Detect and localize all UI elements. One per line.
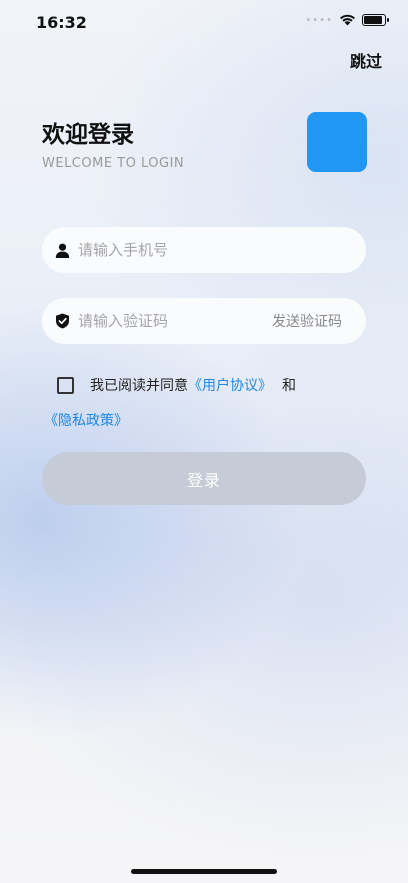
agreement-and: 和	[282, 378, 296, 394]
status-bar: 16:32 ••••	[0, 0, 408, 44]
user-agreement-link[interactable]: 《用户协议》	[188, 375, 272, 395]
agreement-row: 我已阅读并同意 《用户协议》 和	[57, 375, 296, 395]
privacy-policy-link[interactable]: 《隐私政策》	[44, 410, 128, 430]
agree-checkbox[interactable]	[57, 376, 74, 394]
signal-icon: ••••	[305, 14, 333, 26]
wifi-icon	[340, 14, 355, 26]
phone-input[interactable]	[78, 241, 342, 259]
app-logo	[307, 112, 367, 172]
battery-icon	[362, 14, 389, 26]
send-code-button[interactable]: 发送验证码	[272, 311, 342, 331]
user-icon	[54, 242, 70, 258]
page-title: 欢迎登录	[42, 122, 134, 148]
login-button[interactable]: 登录	[42, 452, 366, 505]
phone-field[interactable]	[42, 227, 366, 273]
skip-button[interactable]: 跳过	[350, 48, 382, 72]
status-icons: ••••	[305, 14, 389, 26]
home-indicator	[131, 869, 277, 874]
code-field[interactable]: 发送验证码	[42, 298, 366, 344]
code-input[interactable]	[78, 312, 272, 330]
page-subtitle: WELCOME TO LOGIN	[42, 156, 185, 171]
battery-level	[364, 16, 382, 24]
status-time: 16:32	[36, 13, 87, 32]
agreement-prefix: 我已阅读并同意	[90, 378, 188, 394]
shield-icon	[54, 313, 70, 329]
